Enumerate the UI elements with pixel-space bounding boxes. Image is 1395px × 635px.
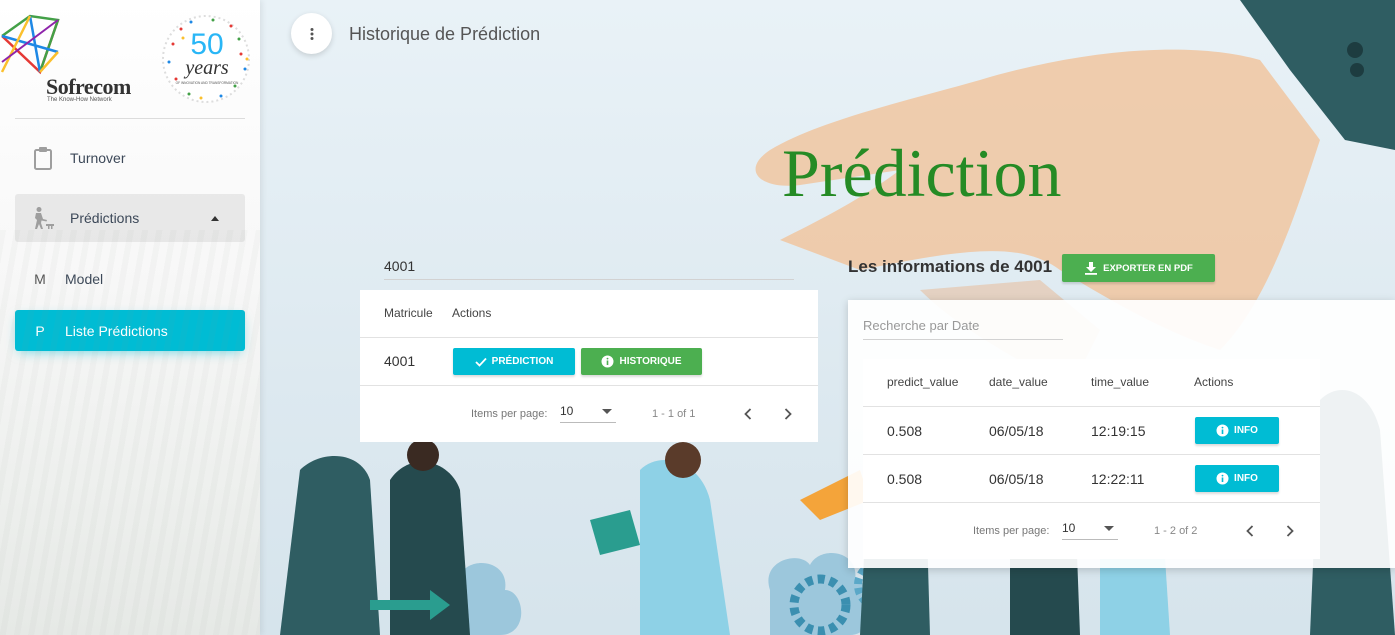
sidebar-item-liste-predictions[interactable]: P Liste Prédictions xyxy=(15,310,245,351)
export-pdf-button[interactable]: EXPORTER EN PDF xyxy=(1062,254,1215,282)
items-per-page-label: Items per page: xyxy=(973,525,1050,537)
page-title: Historique de Prédiction xyxy=(349,24,541,44)
column-header: Actions xyxy=(1194,375,1234,389)
page-size-select[interactable]: 10 xyxy=(1062,521,1118,540)
sidebar-item-label: Liste Prédictions xyxy=(65,322,168,339)
column-header: Matricule xyxy=(384,306,433,320)
dropdown-arrow-icon xyxy=(602,409,612,414)
date-value-cell: 06/05/18 xyxy=(989,423,1044,439)
dropdown-arrow-icon xyxy=(1104,526,1114,531)
row-divider xyxy=(863,406,1320,407)
matricule-cell: 4001 xyxy=(384,353,416,369)
info-button[interactable]: INFO xyxy=(1195,465,1279,492)
column-header: predict_value xyxy=(887,375,959,389)
export-pdf-label: EXPORTER EN PDF xyxy=(1103,262,1193,274)
badge-word: years xyxy=(183,57,229,79)
row-divider xyxy=(360,337,818,338)
brand-area: Sofrecom The Know-How Network 50 years O… xyxy=(0,0,260,118)
prediction-button-label: PRÉDICTION xyxy=(491,356,554,367)
sidebar-item-label: Model xyxy=(65,271,104,287)
time-value-cell: 12:22:11 xyxy=(1091,471,1145,487)
more-vert-icon xyxy=(310,27,313,40)
person-icon xyxy=(15,206,70,230)
page-size-value: 10 xyxy=(1062,521,1076,535)
page-range: 1 - 1 of 1 xyxy=(652,408,696,420)
50-years-badge-icon: 50 years OF INNOVATION AND TRANSFORMATIO… xyxy=(162,15,250,103)
items-per-page-label: Items per page: xyxy=(471,408,548,420)
sidebar-item-abbr: M xyxy=(34,271,46,287)
prediction-button[interactable]: PRÉDICTION xyxy=(453,348,575,375)
info-icon xyxy=(1216,472,1229,485)
predict-value-cell: 0.508 xyxy=(887,471,923,487)
sidebar-item-turnover[interactable]: Turnover xyxy=(15,134,245,182)
sofrecom-logo-icon xyxy=(0,14,60,75)
hero-title: Prédiction xyxy=(782,135,1062,211)
info-icon xyxy=(1216,424,1229,437)
sidebar-item-label: Prédictions xyxy=(70,210,140,226)
sidebar-divider xyxy=(15,118,245,119)
page-size-value: 10 xyxy=(560,404,574,418)
caret-up-icon xyxy=(211,216,219,221)
column-header: time_value xyxy=(1091,375,1150,389)
brand-tagline: The Know-How Network xyxy=(47,97,112,103)
history-table: predict_value date_value time_value Acti… xyxy=(863,359,1320,559)
column-header: date_value xyxy=(989,375,1048,389)
details-heading: Les informations de 4001 xyxy=(848,257,1053,276)
chevron-left-icon xyxy=(744,408,752,420)
clipboard-icon xyxy=(15,146,70,170)
page-range: 1 - 2 of 2 xyxy=(1154,525,1198,537)
sidebar-item-label: Turnover xyxy=(70,150,126,166)
row-divider xyxy=(360,385,818,386)
historique-button[interactable]: HISTORIQUE xyxy=(581,348,702,375)
more-menu-button[interactable] xyxy=(291,13,332,54)
matricule-table: Matricule Actions 4001 PRÉDICTION HISTOR… xyxy=(360,290,818,442)
matricule-search-input[interactable]: 4001 xyxy=(384,256,794,280)
info-button[interactable]: INFO xyxy=(1195,417,1279,444)
next-page-button[interactable] xyxy=(780,406,796,422)
previous-page-button[interactable] xyxy=(740,406,756,422)
row-divider xyxy=(863,454,1320,455)
check-icon xyxy=(475,357,487,367)
info-button-label: INFO xyxy=(1234,425,1258,436)
predict-value-cell: 0.508 xyxy=(887,423,923,439)
date-search-input[interactable]: Recherche par Date xyxy=(863,318,1063,340)
sidebar: Sofrecom The Know-How Network 50 years O… xyxy=(0,0,260,635)
badge-sub: OF INNOVATION AND TRANSFORMATION xyxy=(176,81,239,85)
chevron-right-icon xyxy=(784,408,792,420)
chevron-left-icon xyxy=(1246,525,1254,537)
historique-button-label: HISTORIQUE xyxy=(619,356,682,367)
download-icon xyxy=(1085,262,1098,275)
row-divider xyxy=(863,502,1320,503)
column-header: Actions xyxy=(452,306,492,320)
sidebar-item-predictions[interactable]: Prédictions xyxy=(15,194,245,242)
info-button-label: INFO xyxy=(1234,473,1258,484)
sidebar-item-abbr: P xyxy=(35,322,45,339)
time-value-cell: 12:19:15 xyxy=(1091,423,1146,439)
date-value-cell: 06/05/18 xyxy=(989,471,1044,487)
page-size-select[interactable]: 10 xyxy=(560,404,616,423)
sidebar-item-model[interactable]: M Model xyxy=(15,255,245,303)
previous-page-button[interactable] xyxy=(1242,523,1258,539)
chevron-right-icon xyxy=(1286,525,1294,537)
next-page-button[interactable] xyxy=(1282,523,1298,539)
info-icon xyxy=(601,355,614,368)
